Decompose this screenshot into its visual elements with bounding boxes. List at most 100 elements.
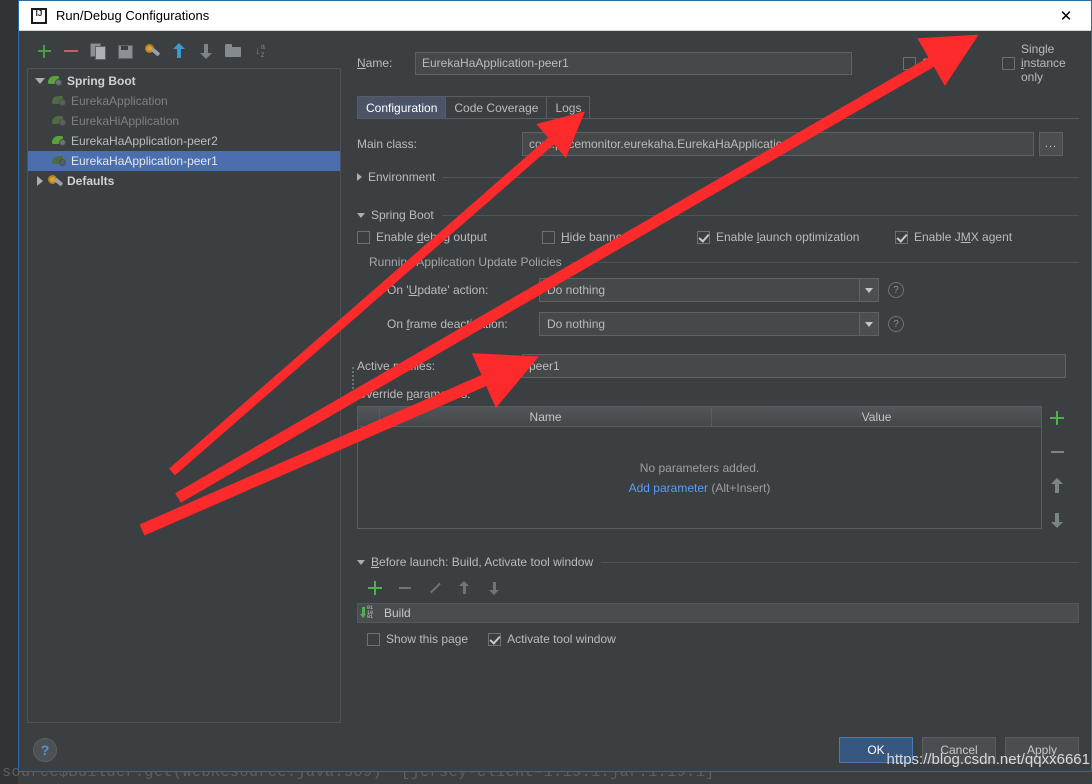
help-button[interactable]: ? (33, 738, 57, 762)
single-instance-checkbox[interactable]: Single instance only (1002, 42, 1079, 84)
copy-configuration-icon[interactable] (89, 42, 107, 60)
tree-node-label: EurekaHaApplication-peer2 (71, 134, 218, 148)
main-class-label: Main class: (357, 137, 418, 151)
column-header-name[interactable]: Name (380, 407, 713, 426)
add-parameter-icon[interactable] (1048, 409, 1066, 427)
tree-node-label: EurekaHiApplication (71, 114, 180, 128)
tab-configuration[interactable]: Configuration (357, 96, 447, 118)
expand-collapse-icon[interactable] (32, 176, 48, 186)
enable-launch-optimization-checkbox[interactable]: Enable launch optimization (697, 230, 895, 244)
name-input[interactable]: EurekaHaApplication-peer1 (415, 51, 852, 75)
move-up-icon[interactable] (170, 42, 188, 60)
spring-boot-icon (52, 153, 69, 169)
folder-icon[interactable] (224, 42, 242, 60)
hide-banner-label: Hide banner (561, 230, 627, 244)
on-update-action-row: On 'Update' action: Do nothing ? (369, 278, 1079, 302)
question-mark-icon[interactable]: ? (888, 282, 904, 298)
name-row: Name: EurekaHaApplication-peer1 Share Si… (357, 42, 1079, 84)
splitter-grip-icon (352, 367, 354, 389)
add-parameter-link[interactable]: Add parameter (629, 481, 708, 495)
empty-message: No parameters added. (639, 461, 760, 475)
section-divider (601, 561, 1079, 563)
spring-boot-options: Enable debug output Hide banner Enable l… (357, 230, 1079, 244)
move-task-up-icon[interactable] (457, 580, 473, 596)
activate-tool-window-checkbox[interactable]: Activate tool window (488, 632, 616, 646)
activate-tool-window-checkbox-box[interactable] (488, 632, 502, 646)
before-launch-section: Before launch: Build, Activate tool wind… (357, 553, 1079, 646)
move-parameter-up-icon[interactable] (1048, 477, 1066, 495)
chevron-down-icon[interactable] (859, 279, 878, 301)
share-checkbox-box[interactable] (903, 56, 916, 70)
section-divider (441, 214, 1079, 216)
override-parameters-table[interactable]: Name Value No parameters added. Add para… (357, 406, 1042, 529)
configurations-toolbar: ↓ a z (27, 38, 349, 64)
run-debug-configurations-dialog: Run/Debug Configurations ✕ ↓az Sp (18, 0, 1092, 772)
update-policies-header: Running Application Update Policies (369, 254, 1079, 270)
tab-code-coverage[interactable]: Code Coverage (445, 96, 548, 118)
sort-icon[interactable]: ↓ a z (251, 42, 269, 60)
tree-node-eureka-ha-application-peer2[interactable]: EurekaHaApplication-peer2 (28, 131, 340, 151)
single-instance-checkbox-box[interactable] (1002, 56, 1015, 70)
share-label: Share (922, 56, 955, 70)
move-task-down-icon[interactable] (487, 580, 503, 596)
active-profiles-input[interactable]: peer1 (522, 354, 1066, 378)
remove-task-icon[interactable] (397, 580, 413, 596)
enable-launch-optimization-checkbox-box[interactable] (697, 230, 710, 244)
configurations-panel: ↓ a z Spring Boot EurekaApplication Eureka… (19, 32, 349, 730)
move-down-icon[interactable] (197, 42, 215, 60)
enable-debug-output-checkbox-box[interactable] (357, 230, 370, 244)
remove-configuration-icon[interactable] (62, 42, 80, 60)
show-this-page-checkbox[interactable]: Show this page (367, 632, 468, 646)
before-launch-label: Before launch: Build, Activate tool wind… (371, 555, 594, 569)
hide-banner-checkbox[interactable]: Hide banner (542, 230, 697, 244)
configurations-tree[interactable]: Spring Boot EurekaApplication EurekaHiAp… (27, 68, 341, 723)
show-this-page-checkbox-box[interactable] (367, 632, 380, 646)
add-parameter-hint: (Alt+Insert) (711, 481, 771, 495)
on-update-action-select[interactable]: Do nothing (539, 278, 879, 302)
enable-jmx-agent-checkbox-box[interactable] (895, 230, 908, 244)
enable-debug-output-checkbox[interactable]: Enable debug output (357, 230, 542, 244)
group-divider (569, 261, 1079, 263)
add-task-icon[interactable] (367, 580, 383, 596)
tab-logs[interactable]: Logs (546, 96, 591, 118)
before-launch-task-build[interactable]: 01 10 01 Build (357, 603, 1079, 623)
tree-node-label: Spring Boot (67, 74, 136, 88)
tree-node-eureka-hi-application[interactable]: EurekaHiApplication (28, 111, 340, 131)
chevron-right-icon (357, 173, 362, 181)
tree-node-eureka-application[interactable]: EurekaApplication (28, 91, 340, 111)
share-checkbox[interactable]: Share (903, 56, 980, 70)
update-policies-group: Running Application Update Policies On '… (369, 254, 1079, 336)
column-header-value[interactable]: Value (712, 407, 1041, 426)
remove-parameter-icon[interactable] (1048, 443, 1066, 461)
question-mark-icon[interactable]: ? (888, 316, 904, 332)
active-profiles-label: Active profiles: (357, 359, 436, 373)
spring-boot-icon (52, 93, 69, 109)
expand-collapse-icon[interactable] (32, 78, 48, 84)
tree-node-eureka-ha-application-peer1[interactable]: EurekaHaApplication-peer1 (28, 151, 340, 171)
enable-jmx-agent-checkbox[interactable]: Enable JMX agent (895, 230, 1012, 244)
enable-debug-output-label: Enable debug output (376, 230, 487, 244)
single-instance-label: Single instance only (1021, 42, 1066, 84)
tree-node-label: Defaults (67, 174, 115, 188)
panel-splitter[interactable] (349, 32, 357, 730)
hide-banner-checkbox-box[interactable] (542, 230, 555, 244)
tree-node-defaults[interactable]: Defaults (28, 171, 340, 191)
chevron-down-icon[interactable] (859, 313, 878, 335)
tree-node-spring-boot[interactable]: Spring Boot (28, 71, 340, 91)
move-parameter-down-icon[interactable] (1048, 511, 1066, 529)
close-icon[interactable]: ✕ (1045, 2, 1087, 30)
save-configuration-icon[interactable] (116, 42, 134, 60)
environment-section-header[interactable]: Environment (357, 168, 1079, 186)
on-update-action-value: Do nothing (547, 283, 606, 297)
before-launch-header[interactable]: Before launch: Build, Activate tool wind… (357, 553, 1079, 571)
chevron-down-icon (357, 212, 365, 218)
background-gutter-strip (0, 0, 18, 784)
browse-main-class-button[interactable]: ... (1039, 132, 1063, 156)
edit-defaults-icon[interactable] (143, 42, 161, 60)
spring-boot-section-header[interactable]: Spring Boot (357, 206, 1079, 224)
main-class-input[interactable]: com.pricemonitor.eurekaha.EurekaHaApplic… (522, 132, 1034, 156)
section-divider (443, 176, 1079, 178)
add-configuration-icon[interactable] (35, 42, 53, 60)
on-frame-deactivation-select[interactable]: Do nothing (539, 312, 879, 336)
edit-task-icon[interactable] (427, 580, 443, 596)
